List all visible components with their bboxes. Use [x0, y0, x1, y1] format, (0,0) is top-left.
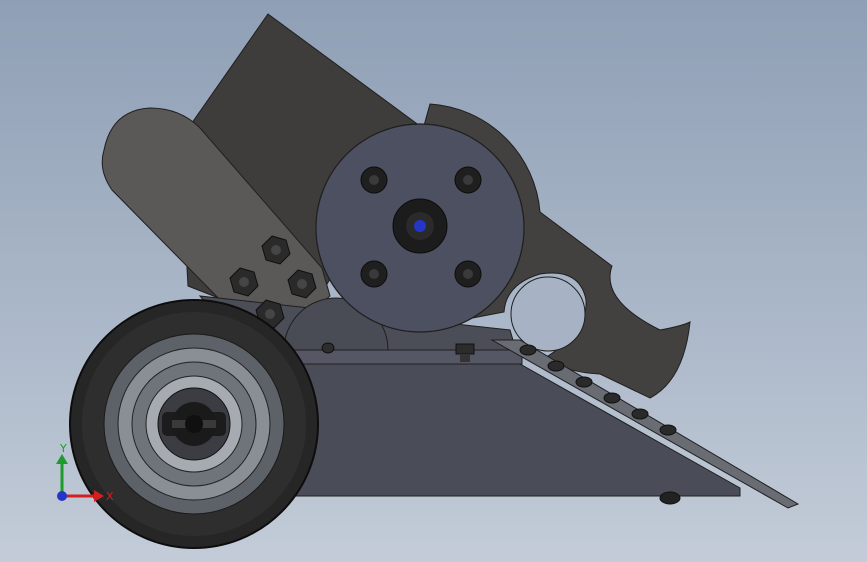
hub-axis-marker	[414, 220, 426, 232]
spinner-cutout	[510, 276, 586, 352]
robot-model[interactable]	[0, 0, 867, 562]
chassis-slot	[321, 342, 335, 354]
z-axis-dot	[57, 491, 67, 501]
y-axis-arrowhead	[56, 454, 68, 464]
y-axis-label: Y	[59, 442, 67, 455]
coordinate-triad: Y X	[56, 442, 114, 503]
x-axis-label: X	[106, 490, 114, 503]
bottom-bolt	[659, 491, 681, 505]
x-axis-arrowhead	[94, 490, 104, 502]
cad-viewport[interactable]: Y X	[0, 0, 867, 562]
